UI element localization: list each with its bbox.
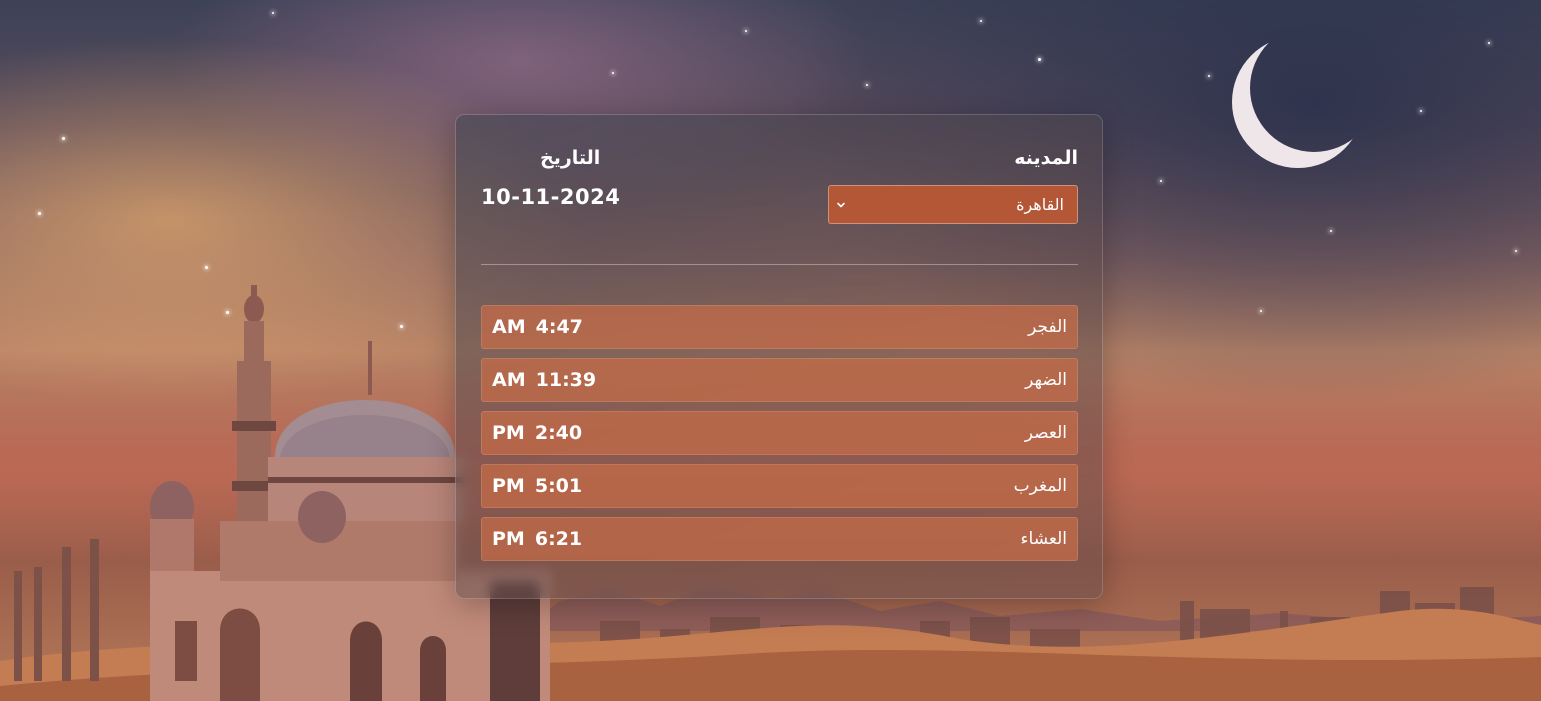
date-label: التاريخ	[540, 147, 601, 169]
prayer-period: PM	[492, 528, 525, 550]
prayer-name: العشاء	[1020, 529, 1067, 549]
prayer-row-asr: PM 2:40 العصر	[481, 411, 1078, 455]
prayer-times-card: المدينه التاريخ 10-11-2024 القاهرة AM 4:…	[455, 114, 1103, 599]
prayer-clock: 5:01	[534, 475, 583, 497]
crescent-moon-icon	[1232, 36, 1364, 168]
prayer-row-fajr: AM 4:47 الفجر	[481, 305, 1078, 349]
prayer-time: AM 11:39	[492, 369, 596, 391]
date-value: 10-11-2024	[481, 185, 621, 209]
prayer-row-maghrib: PM 5:01 المغرب	[481, 464, 1078, 508]
prayer-time: PM 2:40	[492, 422, 582, 444]
city-select[interactable]: القاهرة	[828, 185, 1078, 224]
prayer-name: المغرب	[1013, 476, 1067, 496]
prayer-name: العصر	[1024, 423, 1067, 443]
prayer-time: PM 5:01	[492, 475, 582, 497]
prayer-row-dhuhr: AM 11:39 الضهر	[481, 358, 1078, 402]
city-label: المدينه	[1014, 147, 1078, 169]
city-select-value: القاهرة	[1016, 195, 1064, 214]
prayer-name: الضهر	[1025, 370, 1067, 390]
prayer-list: AM 4:47 الفجر AM 11:39 الضهر PM 2:40 الع…	[481, 305, 1078, 570]
prayer-clock: 11:39	[535, 369, 597, 391]
prayer-clock: 6:21	[534, 528, 583, 550]
prayer-row-isha: PM 6:21 العشاء	[481, 517, 1078, 561]
prayer-clock: 4:47	[535, 316, 583, 338]
prayer-name: الفجر	[1028, 317, 1067, 337]
divider	[481, 264, 1078, 265]
chevron-down-icon	[837, 202, 845, 207]
prayer-clock: 2:40	[534, 422, 583, 444]
prayer-time: AM 4:47	[492, 316, 583, 338]
background-scene: المدينه التاريخ 10-11-2024 القاهرة AM 4:…	[0, 0, 1541, 701]
prayer-time: PM 6:21	[492, 528, 582, 550]
prayer-period: AM	[492, 369, 526, 391]
prayer-period: PM	[492, 422, 525, 444]
prayer-period: AM	[492, 316, 526, 338]
prayer-period: PM	[492, 475, 525, 497]
